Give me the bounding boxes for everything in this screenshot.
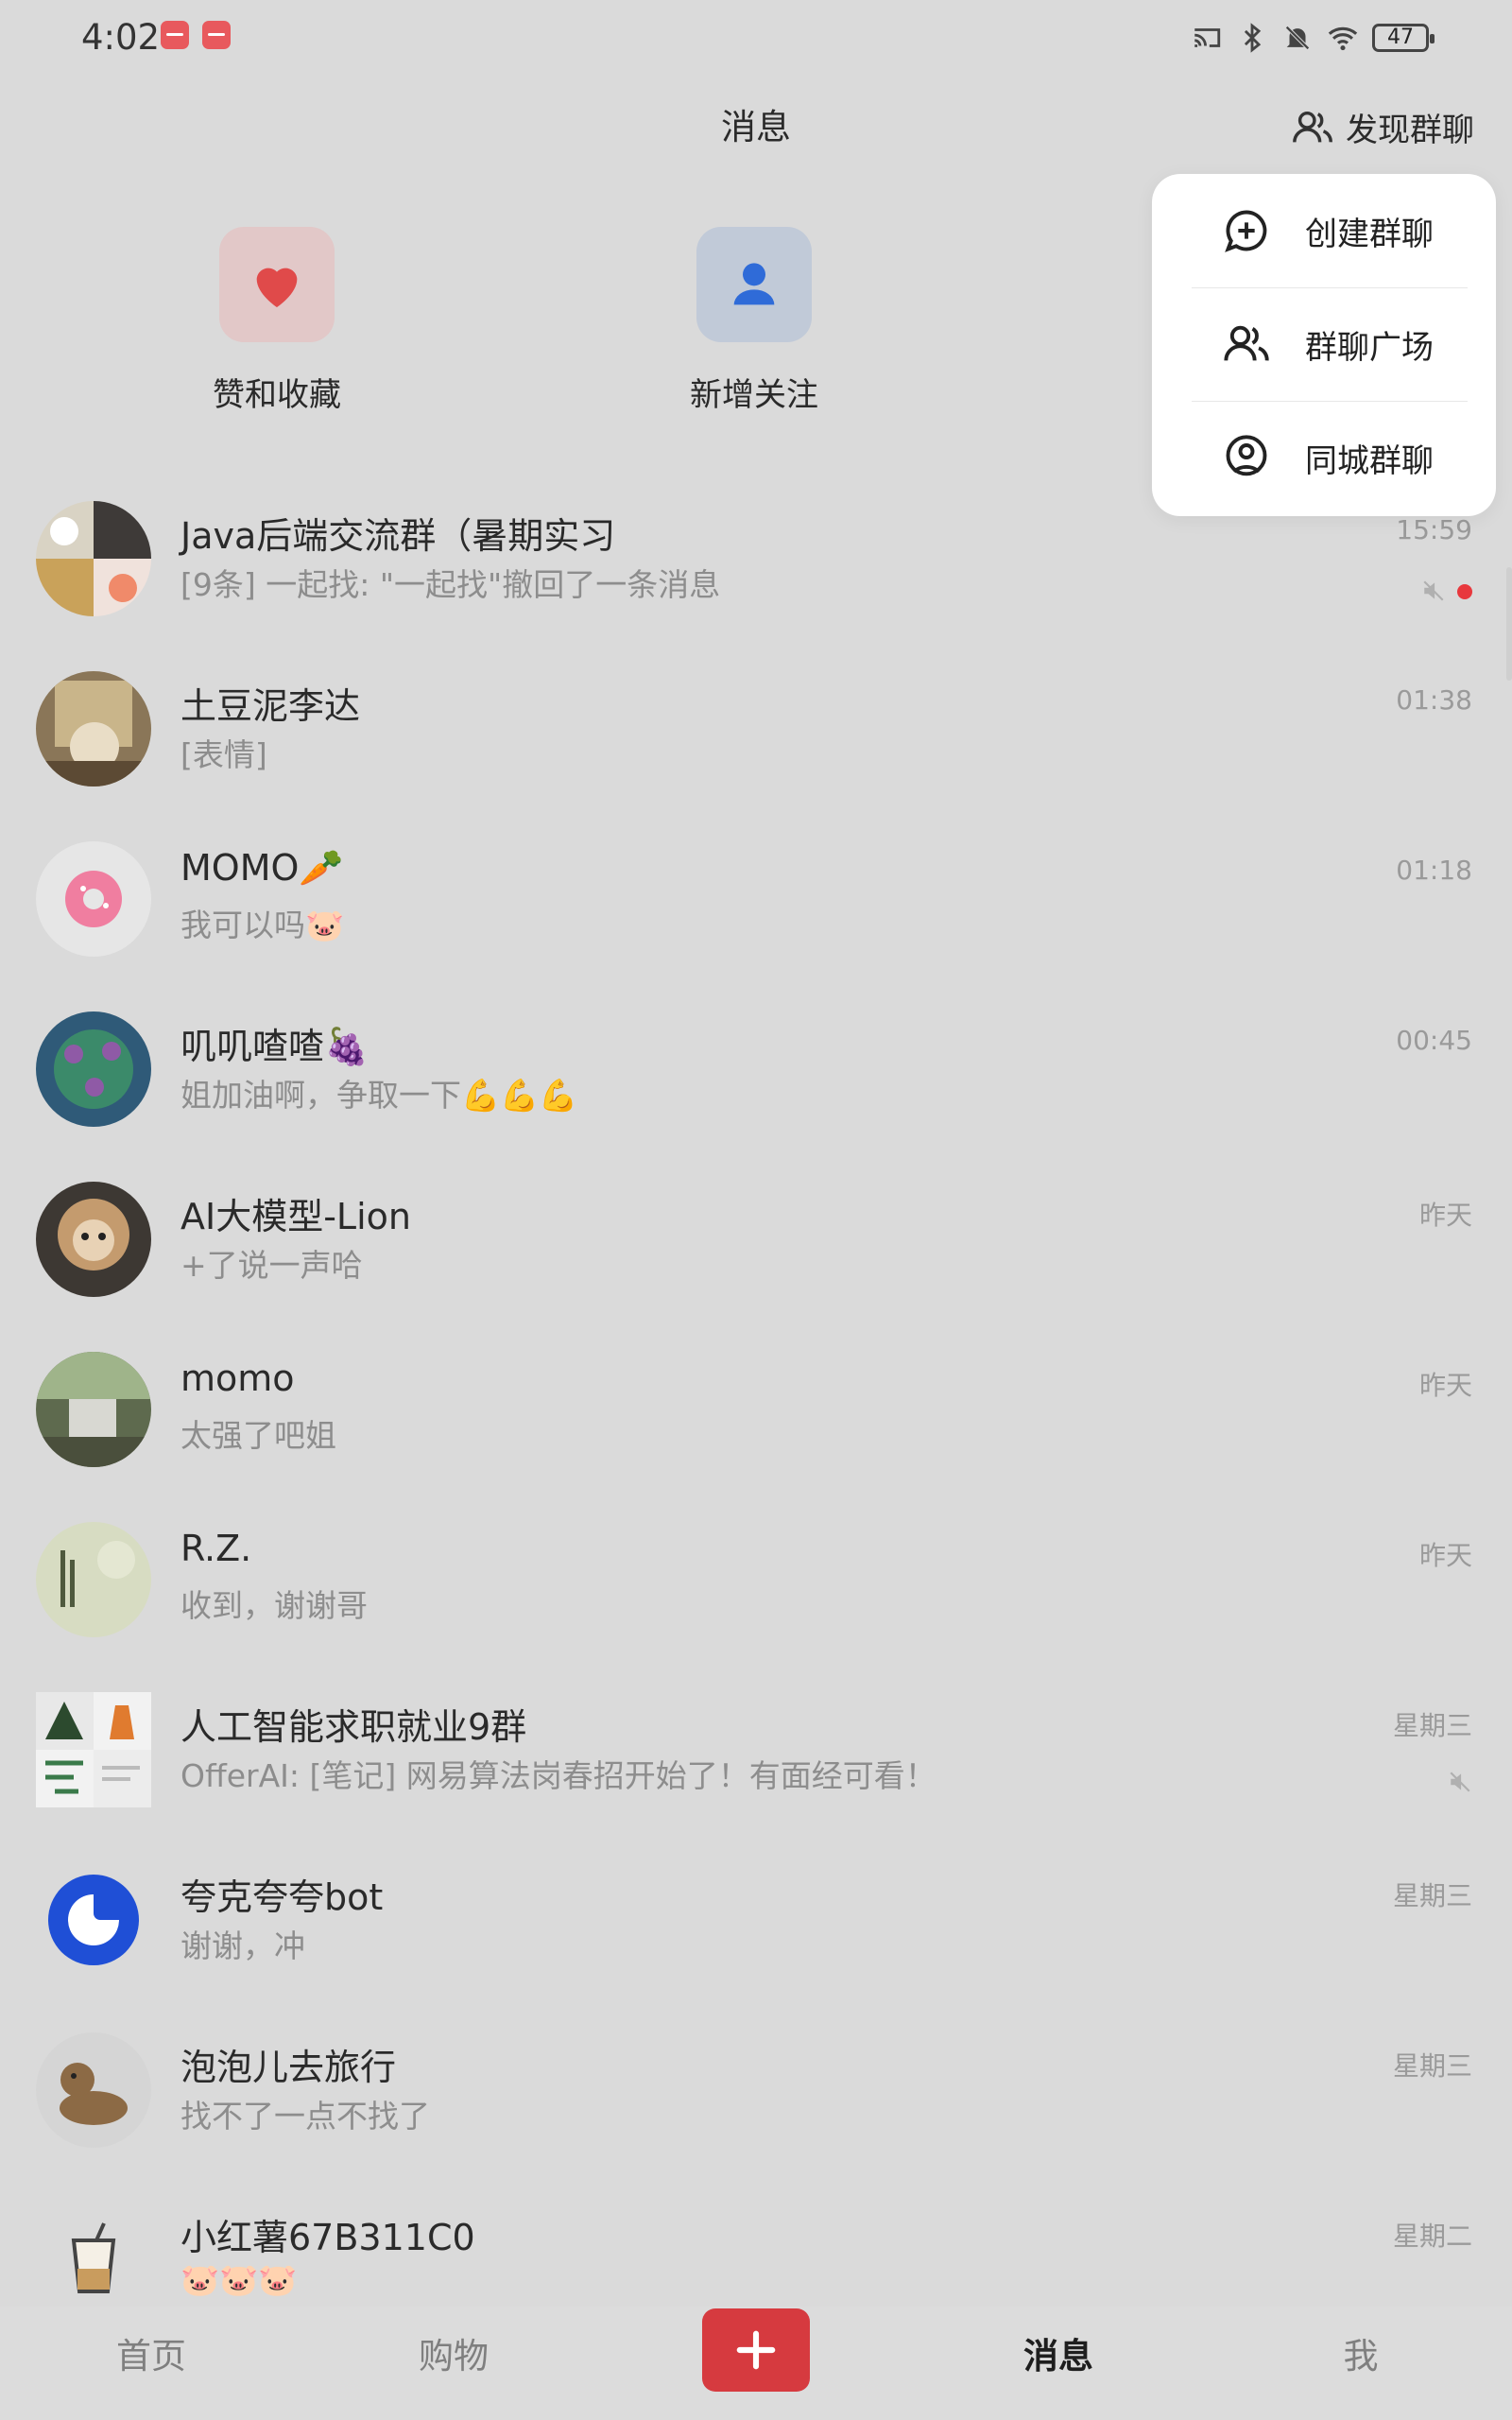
- chat-name: MOMO🥕: [180, 847, 344, 889]
- location-icon: [1226, 435, 1267, 476]
- unread-dot: [1457, 584, 1472, 599]
- chat-name: 叽叽喳喳🍇: [180, 1026, 369, 1067]
- follow-tile: [696, 227, 812, 342]
- chat-preview: OfferAI: [笔记] 网易算法岗春招开始了！有面经可看！: [180, 1757, 936, 1794]
- status-time: 4:02: [81, 17, 161, 58]
- chat-time: 15:59: [1396, 514, 1472, 545]
- chat-time: 01:38: [1396, 684, 1472, 716]
- chat-preview: 姐加油啊，争取一下💪💪💪: [180, 1077, 578, 1114]
- create-group-chat-item[interactable]: 创建群聊: [1152, 174, 1496, 287]
- heart-icon: [256, 268, 298, 307]
- person-icon: [733, 263, 775, 305]
- chat-preview: 太强了吧姐: [180, 1417, 336, 1454]
- chat-time: 昨天: [1418, 1540, 1472, 1571]
- avatar: [36, 1692, 151, 1807]
- chat-time: 星期三: [1392, 1880, 1472, 1911]
- scrollbar[interactable]: [1506, 567, 1512, 681]
- chat-name: momo: [180, 1357, 295, 1399]
- discover-groups-button[interactable]: 发现群聊: [1291, 104, 1474, 150]
- group-chat-popup-menu: 创建群聊 群聊广场 同城群聊: [1152, 174, 1496, 516]
- chat-item[interactable]: MOMO🥕 我可以吗🐷 01:18: [0, 813, 1512, 983]
- discover-groups-label: 发现群聊: [1346, 112, 1474, 149]
- chat-name: Java后端交流群（暑期实习: [180, 515, 616, 557]
- chat-name: 小红薯67B311C0: [180, 2217, 475, 2258]
- chat-preview: 找不了一点不找了: [180, 2098, 430, 2135]
- avatar: [36, 671, 151, 786]
- app-notification-icon: [161, 21, 189, 49]
- nav-me[interactable]: 我: [1266, 2327, 1455, 2378]
- chat-time: 星期二: [1392, 2221, 1472, 2252]
- chat-time: 星期三: [1392, 1710, 1472, 1741]
- chat-item[interactable]: momo 太强了吧姐 昨天: [0, 1323, 1512, 1494]
- avatar: [36, 2032, 151, 2148]
- avatar: [36, 1522, 151, 1637]
- avatar: [36, 1352, 151, 1467]
- add-chat-icon: [1225, 210, 1267, 252]
- group-chat-square-item[interactable]: 群聊广场: [1152, 287, 1496, 401]
- group-icon: [1224, 325, 1269, 361]
- nav-shop[interactable]: 购物: [359, 2327, 548, 2378]
- mute-icon: [1450, 1772, 1470, 1792]
- chat-time: 00:45: [1396, 1025, 1472, 1056]
- status-icons: 47: [1191, 19, 1435, 57]
- chat-item[interactable]: 泡泡儿去旅行 找不了一点不找了 星期三: [0, 2004, 1512, 2174]
- chat-preview: [表情]: [180, 736, 267, 773]
- cast-icon: [1194, 28, 1221, 47]
- chat-item[interactable]: 土豆泥李达 [表情] 01:38: [0, 643, 1512, 813]
- publish-button[interactable]: [702, 2308, 810, 2392]
- chat-preview: 谢谢，冲: [180, 1927, 305, 1964]
- chat-preview: 收到，谢谢哥: [180, 1587, 368, 1624]
- local-group-chat-label: 同城群聊: [1305, 441, 1434, 480]
- avatar: [36, 1011, 151, 1127]
- avatar: [36, 1862, 151, 1978]
- chat-preview: +了说一声哈: [180, 1247, 363, 1284]
- likes-label: 赞和收藏: [213, 376, 341, 414]
- chat-item[interactable]: 人工智能求职就业9群 OfferAI: [笔记] 网易算法岗春招开始了！有面经可…: [0, 1664, 1512, 1834]
- likes-tile: [219, 227, 335, 342]
- follow-label: 新增关注: [690, 376, 818, 414]
- chat-item[interactable]: 叽叽喳喳🍇 姐加油啊，争取一下💪💪💪 00:45: [0, 983, 1512, 1153]
- chat-name: R.Z.: [180, 1528, 252, 1569]
- bottom-navigation: 首页 购物 消息 我: [0, 2307, 1512, 2420]
- group-icon: [1293, 111, 1332, 142]
- chat-name: 人工智能求职就业9群: [180, 1706, 527, 1748]
- bell-muted-icon: [1285, 26, 1310, 50]
- chat-item[interactable]: R.Z. 收到，谢谢哥 昨天: [0, 1494, 1512, 1664]
- group-chat-square-label: 群聊广场: [1305, 328, 1434, 367]
- create-group-chat-label: 创建群聊: [1305, 215, 1434, 253]
- chat-preview: [9条] 一起找: "一起找"撤回了一条消息: [180, 566, 721, 603]
- chat-preview: 我可以吗🐷: [180, 907, 345, 943]
- plus-icon: [736, 2330, 776, 2370]
- nav-home[interactable]: 首页: [57, 2327, 246, 2378]
- page-title: 消息: [721, 107, 791, 147]
- chat-preview: 🐷🐷🐷: [180, 2261, 298, 2298]
- chat-time: 01:18: [1396, 855, 1472, 886]
- chat-name: AI大模型-Lion: [180, 1196, 411, 1237]
- app-notification-icon: [202, 21, 231, 49]
- avatar: [36, 501, 151, 616]
- local-group-chat-item[interactable]: 同城群聊: [1152, 401, 1496, 514]
- avatar: [36, 2203, 151, 2318]
- chat-name: 土豆泥李达: [180, 685, 361, 727]
- wifi-icon: [1328, 26, 1358, 51]
- bluetooth-icon: [1244, 23, 1262, 53]
- chat-time: 昨天: [1418, 1200, 1472, 1231]
- chat-item[interactable]: AI大模型-Lion +了说一声哈 昨天: [0, 1153, 1512, 1323]
- status-bar: 4:02 47: [0, 0, 1512, 76]
- likes-and-favorites-entry[interactable]: 赞和收藏: [182, 227, 371, 415]
- chat-name: 泡泡儿去旅行: [180, 2047, 397, 2088]
- chat-time: 星期三: [1392, 2050, 1472, 2082]
- avatar: [36, 841, 151, 957]
- mute-icon: [1423, 580, 1444, 601]
- new-followers-entry[interactable]: 新增关注: [660, 227, 849, 415]
- avatar: [36, 1182, 151, 1297]
- battery-indicator: 47: [1372, 24, 1435, 52]
- chat-name: 夸克夸夸bot: [180, 1876, 384, 1918]
- chat-time: 昨天: [1418, 1370, 1472, 1401]
- chat-item[interactable]: 夸克夸夸bot 谢谢，冲 星期三: [0, 1834, 1512, 2004]
- nav-messages[interactable]: 消息: [964, 2327, 1153, 2378]
